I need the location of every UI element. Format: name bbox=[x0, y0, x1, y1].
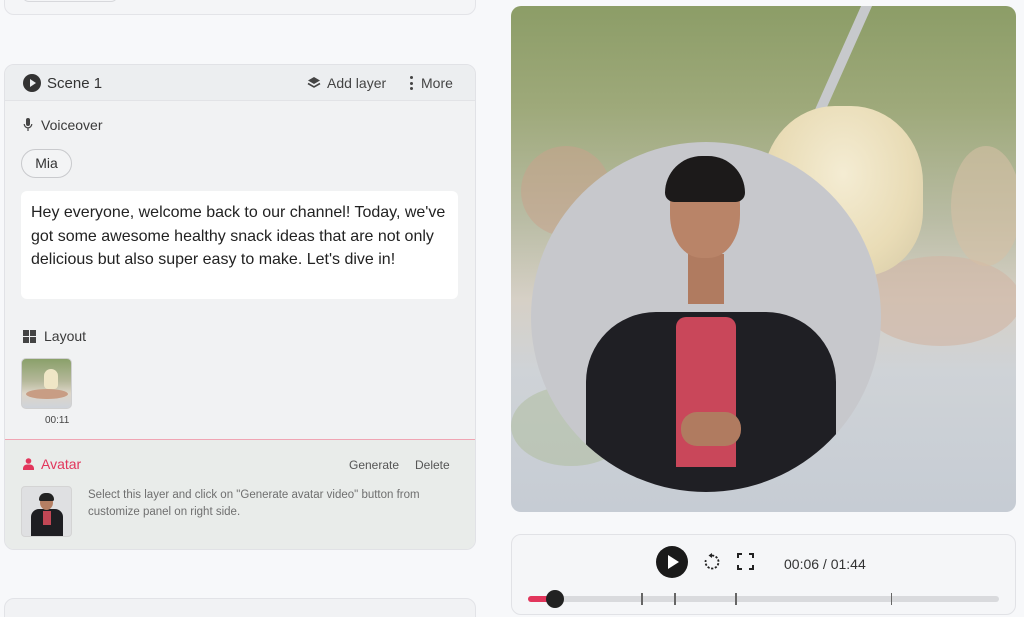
play-icon[interactable] bbox=[23, 74, 41, 92]
replay-icon[interactable] bbox=[703, 553, 721, 571]
layout-label: Layout bbox=[44, 328, 87, 344]
voiceover-label-row: Voiceover bbox=[23, 117, 102, 133]
delete-button[interactable]: Delete bbox=[415, 458, 450, 472]
avatar-label: Avatar bbox=[41, 456, 82, 472]
layout-thumbnail[interactable] bbox=[21, 358, 72, 409]
play-button[interactable] bbox=[656, 546, 688, 578]
generate-button[interactable]: Generate bbox=[349, 458, 399, 472]
layout-label-row: Layout bbox=[23, 328, 86, 344]
straw-shape bbox=[813, 6, 876, 117]
add-layer-button[interactable]: Add layer bbox=[307, 75, 386, 91]
voiceover-script-textarea[interactable]: Hey everyone, welcome back to our channe… bbox=[21, 191, 458, 299]
previous-scene-button[interactable] bbox=[22, 0, 118, 2]
next-scene-card bbox=[4, 598, 476, 617]
more-button[interactable]: More bbox=[409, 75, 453, 91]
layers-icon bbox=[307, 77, 321, 88]
scene-card: Scene 1 Add layer More Voiceover Mia Hey… bbox=[4, 64, 476, 550]
timeline-marker[interactable] bbox=[890, 593, 893, 605]
avatar-circle[interactable] bbox=[531, 142, 881, 492]
timeline-marker[interactable] bbox=[674, 593, 676, 605]
scene-title: Scene 1 bbox=[47, 75, 103, 92]
avatar-description: Select this layer and click on "Generate… bbox=[88, 489, 420, 518]
time-display: 00:06 / 01:44 bbox=[784, 556, 866, 572]
avatar-thumbnail[interactable] bbox=[21, 486, 72, 537]
previous-scene-card bbox=[4, 0, 476, 15]
video-preview[interactable] bbox=[511, 6, 1016, 512]
layout-duration: 00:11 bbox=[45, 415, 70, 426]
fullscreen-icon[interactable] bbox=[737, 553, 754, 570]
person-icon bbox=[23, 458, 34, 470]
scene-header: Scene 1 Add layer More bbox=[5, 65, 475, 101]
avatar-layer[interactable]: Avatar Generate Delete Select this layer… bbox=[5, 439, 475, 549]
mic-icon bbox=[23, 118, 33, 131]
layout-grid-icon bbox=[23, 329, 36, 343]
progress-track[interactable] bbox=[528, 590, 999, 608]
voiceover-label: Voiceover bbox=[41, 117, 103, 133]
kebab-icon bbox=[409, 76, 413, 90]
more-label: More bbox=[421, 75, 453, 91]
player-controls: 00:06 / 01:44 bbox=[511, 534, 1016, 615]
voice-selector[interactable]: Mia bbox=[21, 149, 72, 178]
add-layer-label: Add layer bbox=[327, 75, 387, 91]
avatar-label-row: Avatar bbox=[23, 456, 81, 472]
progress-handle[interactable] bbox=[545, 590, 564, 608]
timeline-marker[interactable] bbox=[641, 593, 643, 605]
timeline-marker[interactable] bbox=[735, 593, 737, 605]
